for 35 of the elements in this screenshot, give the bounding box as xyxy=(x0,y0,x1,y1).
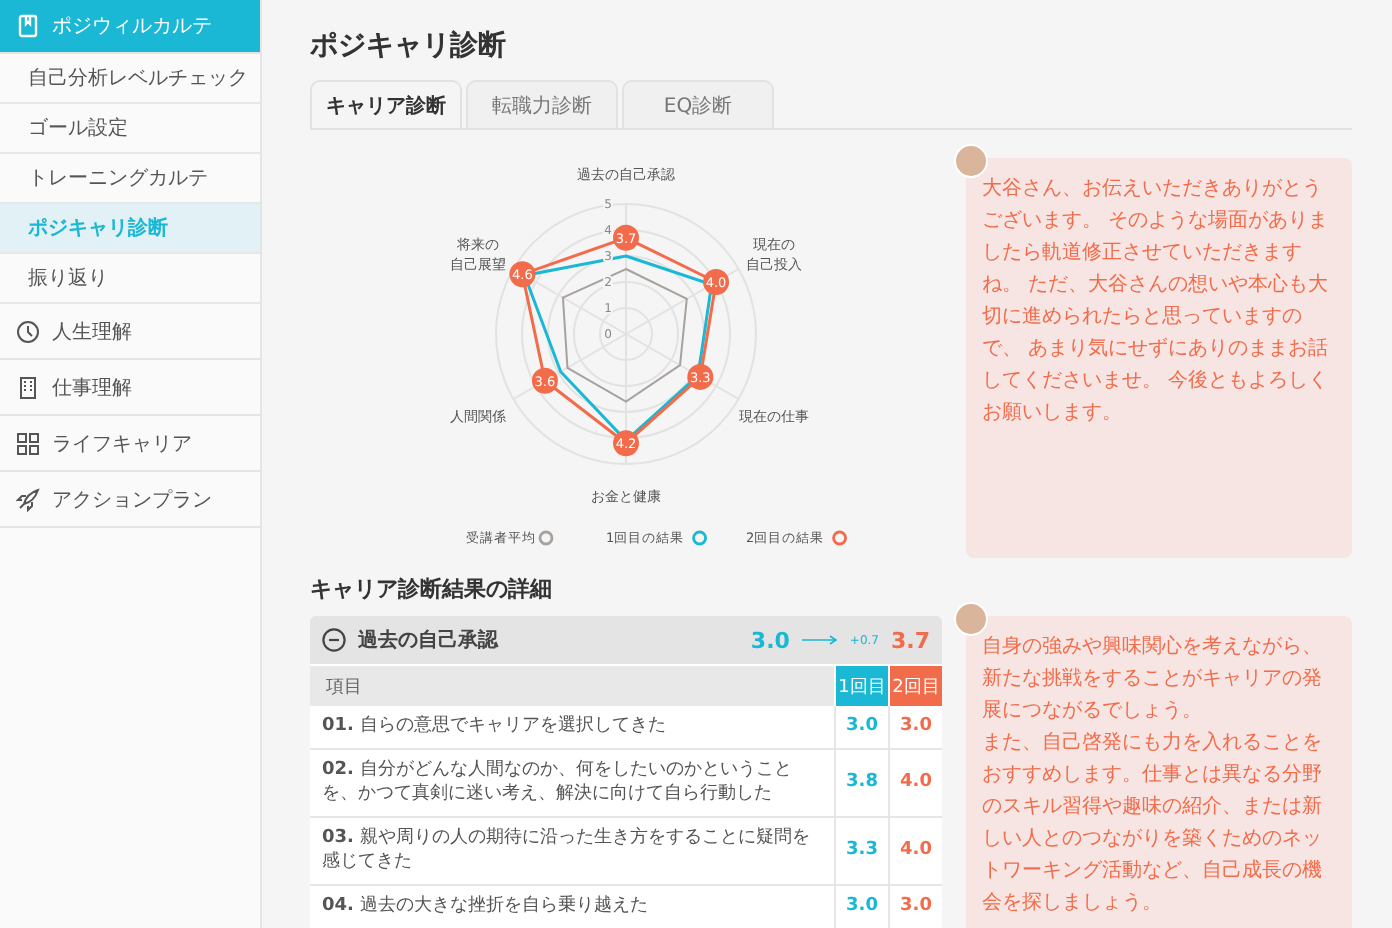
tab[interactable]: EQ診断 xyxy=(622,80,774,128)
score-cell: 3.3 xyxy=(834,817,888,884)
question-text: 04. 過去の大きな挫折を自ら乗り越えた xyxy=(320,893,650,920)
clock-icon xyxy=(16,319,40,343)
score: 3.0 xyxy=(750,627,790,653)
comment-text: また、自己啓発にも力を入れることをおすすめします。仕事とは異なる分野のスキル習得や趣味の紹介、または新しい人とのつながりを築くためのネットワーキング活動など、自己成長の機会を探しましょう。 xyxy=(982,729,1324,918)
section-title: キャリア診断結果の詳細 xyxy=(310,574,554,604)
question-text: 02. 自分がどんな人間なのか、何をしたいのかということを、かつて真剣に迷い考え、解決に向けて自ら行動した xyxy=(320,757,794,809)
avatar xyxy=(954,144,988,178)
column-header: 項目 xyxy=(324,675,364,701)
score-cell: 3.0 xyxy=(834,706,888,748)
column-header: 2回目 xyxy=(888,666,942,706)
question-text: 01. 自らの意思でキャリアを選択してきた xyxy=(320,713,668,740)
page-title: ポジキャリ診断 xyxy=(310,28,508,64)
group-label: 過去の自己承認 xyxy=(358,627,501,654)
tab[interactable]: キャリア診断 xyxy=(310,80,462,128)
score-cell: 3.0 xyxy=(834,885,888,928)
score: 3.7 xyxy=(891,627,930,653)
question-text: 03. 親や周りの人の期待に沿った生き方をすることに疑問を感じてきた xyxy=(320,825,812,877)
notebook-icon xyxy=(16,14,40,38)
minus-icon[interactable] xyxy=(322,628,346,652)
arrow-icon xyxy=(801,634,838,646)
building-icon xyxy=(16,375,40,399)
score-cell: 3.8 xyxy=(834,749,888,816)
comment-text: 大谷さん、お伝えいただきありがとうございます。 そのような場面がありましたら軌道修正させていただきますね。 ただ、大谷さんの想いや本心も大切に進められたらと思っていますので、 あまり気にせずにありのままお話してくださいませ。 今後ともよろしくお願いします。 xyxy=(982,175,1331,428)
score-cell: 4.0 xyxy=(888,749,942,816)
score-cell: 3.0 xyxy=(888,885,942,928)
score-cell: 3.0 xyxy=(888,706,942,748)
column-header: 1回目 xyxy=(834,666,888,706)
avatar xyxy=(954,602,988,636)
grid-icon xyxy=(16,431,40,455)
tab[interactable]: 転職力診断 xyxy=(466,80,618,128)
rocket-icon xyxy=(16,487,40,511)
score-cell: 4.0 xyxy=(888,817,942,884)
comment-text: 自身の強みや興味関心を考えながら、新たな挑戦をすることがキャリアの発展につながるでしょう。 xyxy=(982,633,1324,726)
